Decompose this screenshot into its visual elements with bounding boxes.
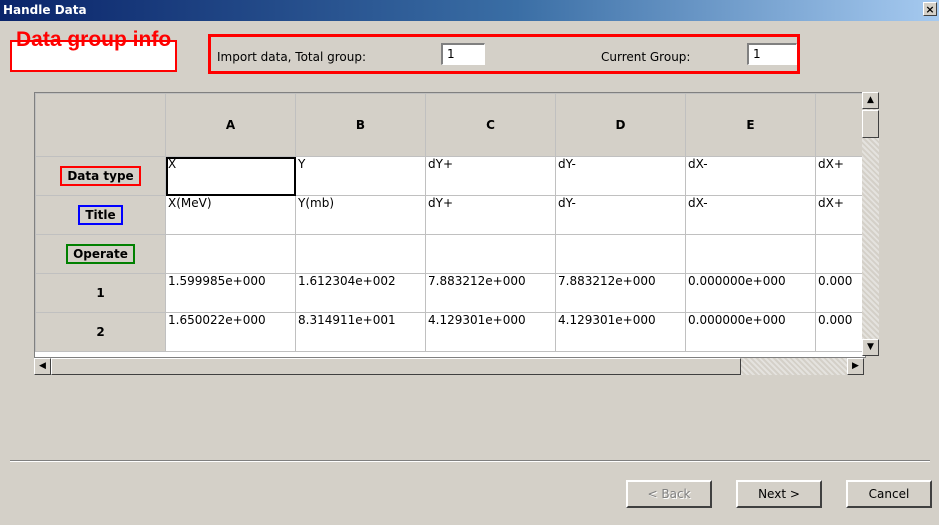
column-header[interactable]: [815, 93, 865, 157]
horizontal-scrollbar[interactable]: ◀ ▶: [34, 358, 864, 375]
data-grid: A B C D E Data type X Y dY+ dY- dX- dX+ …: [34, 92, 866, 358]
row-header-title: Title: [35, 195, 166, 235]
title-tag: Title: [78, 205, 123, 225]
cancel-button[interactable]: Cancel: [846, 480, 932, 508]
vertical-scroll-thumb[interactable]: [862, 110, 879, 138]
table-cell[interactable]: [295, 234, 426, 274]
data-group-info-text: Data group info: [16, 28, 172, 51]
vertical-scrollbar[interactable]: ▲ ▼: [862, 92, 879, 356]
table-cell[interactable]: X(MeV): [165, 195, 296, 235]
table-cell[interactable]: dX+: [815, 195, 865, 235]
table-cell[interactable]: Y: [295, 156, 426, 196]
footer-divider: [10, 460, 930, 462]
table-cell[interactable]: 7.883212e+000: [425, 273, 556, 313]
table-cell[interactable]: dY+: [425, 156, 556, 196]
table-row: 2 1.650022e+000 8.314911e+001 4.129301e+…: [35, 312, 865, 352]
current-group-field[interactable]: 1: [747, 43, 797, 65]
table-cell[interactable]: 4.129301e+000: [555, 312, 686, 352]
row-header-number: 2: [35, 312, 166, 352]
data-type-tag: Data type: [60, 166, 141, 186]
scroll-down-icon[interactable]: ▼: [862, 339, 879, 356]
data-group-info-label: Data group info: [10, 29, 178, 72]
table-cell[interactable]: 1.599985e+000: [165, 273, 296, 313]
next-button[interactable]: Next >: [736, 480, 822, 508]
table-cell[interactable]: 7.883212e+000: [555, 273, 686, 313]
table-cell[interactable]: 0.000: [815, 273, 865, 313]
table-cell[interactable]: dY-: [555, 156, 686, 196]
table-row: Title X(MeV) Y(mb) dY+ dY- dX- dX+: [35, 195, 865, 235]
column-header[interactable]: E: [685, 93, 816, 157]
title-bar: Handle Data ×: [0, 0, 939, 21]
column-header-row: A B C D E: [35, 93, 865, 157]
table-cell[interactable]: dY+: [425, 195, 556, 235]
table-cell[interactable]: 0.000: [815, 312, 865, 352]
scroll-left-icon[interactable]: ◀: [34, 358, 51, 375]
table-cell[interactable]: [165, 234, 296, 274]
data-table: A B C D E Data type X Y dY+ dY- dX- dX+ …: [35, 93, 865, 352]
column-header[interactable]: C: [425, 93, 556, 157]
table-cell[interactable]: dX-: [685, 156, 816, 196]
current-group-label: Current Group:: [601, 50, 691, 64]
row-header-number: 1: [35, 273, 166, 313]
table-cell[interactable]: 0.000000e+000: [685, 273, 816, 313]
table-cell[interactable]: [425, 234, 556, 274]
operate-tag: Operate: [66, 244, 135, 264]
scroll-up-icon[interactable]: ▲: [862, 92, 879, 109]
table-cell[interactable]: 1.650022e+000: [165, 312, 296, 352]
corner-cell: [35, 93, 166, 157]
table-cell[interactable]: [685, 234, 816, 274]
table-cell[interactable]: 4.129301e+000: [425, 312, 556, 352]
table-row: 1 1.599985e+000 1.612304e+002 7.883212e+…: [35, 273, 865, 313]
table-cell[interactable]: dX+: [815, 156, 865, 196]
close-button[interactable]: ×: [923, 2, 937, 16]
table-cell[interactable]: [815, 234, 865, 274]
column-header[interactable]: A: [165, 93, 296, 157]
column-header[interactable]: D: [555, 93, 686, 157]
total-group-label: Import data, Total group:: [217, 50, 367, 64]
data-group-panel: Import data, Total group: 1 Current Grou…: [208, 34, 800, 74]
table-cell[interactable]: 8.314911e+001: [295, 312, 426, 352]
table-row: Data type X Y dY+ dY- dX- dX+: [35, 156, 865, 196]
table-cell[interactable]: 1.612304e+002: [295, 273, 426, 313]
row-header-operate: Operate: [35, 234, 166, 274]
table-cell[interactable]: [555, 234, 686, 274]
horizontal-scroll-thumb[interactable]: [51, 358, 741, 375]
back-button[interactable]: < Back: [626, 480, 712, 508]
table-row: Operate: [35, 234, 865, 274]
table-cell[interactable]: X: [165, 156, 296, 196]
scroll-right-icon[interactable]: ▶: [847, 358, 864, 375]
column-header[interactable]: B: [295, 93, 426, 157]
table-cell[interactable]: Y(mb): [295, 195, 426, 235]
table-cell[interactable]: dX-: [685, 195, 816, 235]
row-header-data-type: Data type: [35, 156, 166, 196]
table-cell[interactable]: 0.000000e+000: [685, 312, 816, 352]
table-cell[interactable]: dY-: [555, 195, 686, 235]
window-title: Handle Data: [3, 3, 87, 17]
total-group-field[interactable]: 1: [441, 43, 485, 65]
